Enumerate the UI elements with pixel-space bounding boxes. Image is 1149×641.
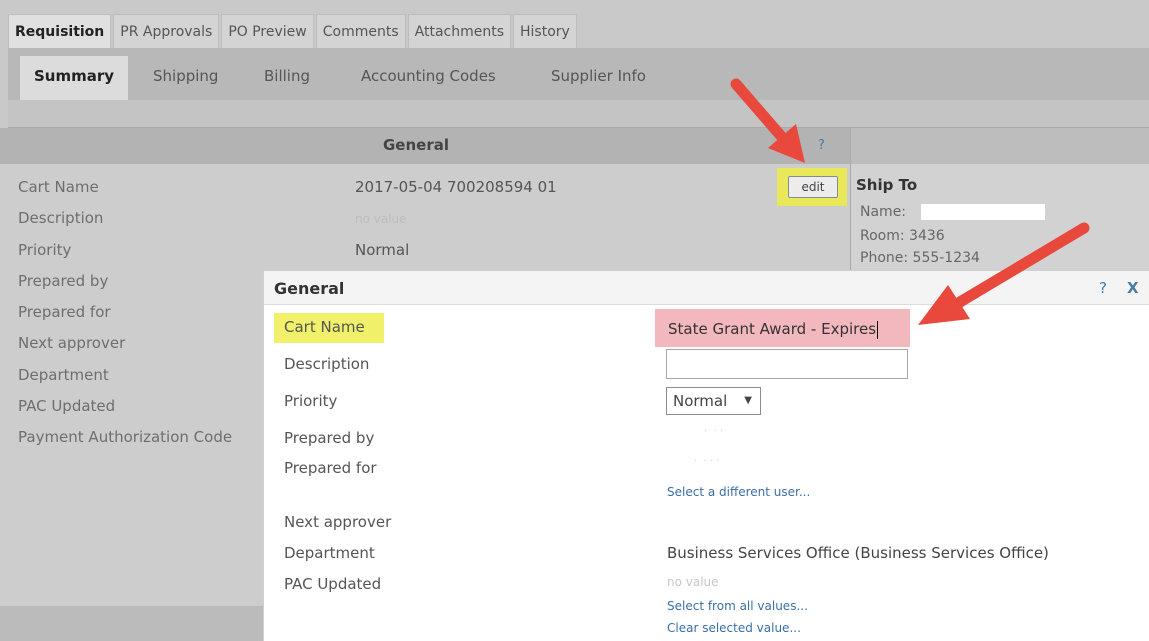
general-edit-dialog: General ? X Cart Name Description Priori… — [263, 270, 1149, 641]
dropdown-arrow-icon: ▼ — [744, 395, 752, 406]
ship-section-header — [850, 128, 1149, 164]
ship-to-name-label: Name: — [860, 204, 907, 220]
label-prepared-for: Prepared for — [18, 303, 111, 321]
dialog-label-pac-updated: PAC Updated — [284, 575, 382, 593]
ship-to-phone: Phone: 555-1234 — [860, 250, 980, 266]
label-prepared-by: Prepared by — [18, 272, 109, 290]
description-input[interactable] — [666, 349, 908, 379]
value-cart-name: 2017-05-04 700208594 01 — [355, 178, 557, 196]
label-department: Department — [18, 366, 109, 384]
dialog-value-pac: no value — [667, 575, 719, 589]
redacted-prepared-by: · · · — [704, 426, 724, 437]
subtab-summary[interactable]: Summary — [20, 56, 129, 100]
dialog-help-icon[interactable]: ? — [1099, 279, 1107, 297]
subtab-shipping[interactable]: Shipping — [153, 56, 218, 100]
dialog-value-department: Business Services Office (Business Servi… — [667, 544, 1049, 562]
subtab-accounting-codes[interactable]: Accounting Codes — [361, 56, 496, 100]
dialog-title: General — [274, 279, 345, 298]
general-help-icon[interactable]: ? — [818, 138, 825, 153]
dialog-close-icon[interactable]: X — [1127, 279, 1139, 297]
value-priority: Normal — [355, 241, 410, 259]
label-description: Description — [18, 209, 104, 227]
tab-po-preview[interactable]: PO Preview — [221, 14, 314, 48]
label-cart-name: Cart Name — [18, 178, 99, 196]
redacted-name — [921, 204, 1045, 220]
ship-to-room: Room: 3436 — [860, 228, 945, 244]
cart-name-input-text: State Grant Award - Expires — [668, 320, 877, 338]
tab-requisition[interactable]: Requisition — [8, 14, 112, 48]
toolbar-strip — [8, 100, 1149, 128]
label-priority: Priority — [18, 241, 72, 259]
dialog-header — [264, 271, 1149, 305]
label-next-approver: Next approver — [18, 334, 126, 352]
select-from-all-values-link[interactable]: Select from all values... — [667, 599, 808, 613]
dialog-label-prepared-for: Prepared for — [284, 459, 377, 477]
value-description: no value — [355, 212, 407, 226]
dialog-label-description: Description — [284, 355, 370, 373]
clear-selected-value-link[interactable]: Clear selected value... — [667, 621, 801, 635]
redacted-prepared-for: · · · · — [694, 456, 720, 467]
sub-tab-bar: Summary Shipping Billing Accounting Code… — [8, 48, 1149, 100]
cart-name-input[interactable]: State Grant Award - Expires — [666, 315, 910, 343]
subtab-supplier-info[interactable]: Supplier Info — [551, 56, 646, 100]
dialog-label-next-approver: Next approver — [284, 513, 392, 531]
priority-select[interactable]: Normal ▼ — [666, 387, 761, 415]
top-tab-bar: Requisition PR Approvals PO Preview Comm… — [8, 14, 579, 48]
select-different-user-link[interactable]: Select a different user... — [667, 485, 810, 499]
subtab-billing[interactable]: Billing — [264, 56, 310, 100]
tab-pr-approvals[interactable]: PR Approvals — [113, 14, 220, 48]
general-section-title: General — [383, 136, 449, 154]
priority-select-value: Normal — [673, 392, 728, 410]
tab-attachments[interactable]: Attachments — [407, 14, 512, 48]
label-pac-updated: PAC Updated — [18, 397, 116, 415]
dialog-label-cart-name: Cart Name — [284, 318, 365, 336]
tab-history[interactable]: History — [513, 14, 577, 48]
dialog-label-department: Department — [284, 544, 375, 562]
label-payment-authorization-code: Payment Authorization Code — [18, 428, 233, 446]
ship-to-title: Ship To — [856, 176, 918, 194]
footer-strip — [0, 606, 263, 641]
tab-comments[interactable]: Comments — [315, 14, 406, 48]
dialog-label-priority: Priority — [284, 392, 338, 410]
dialog-label-prepared-by: Prepared by — [284, 429, 375, 447]
edit-button[interactable]: edit — [788, 176, 838, 198]
text-caret — [877, 320, 879, 339]
